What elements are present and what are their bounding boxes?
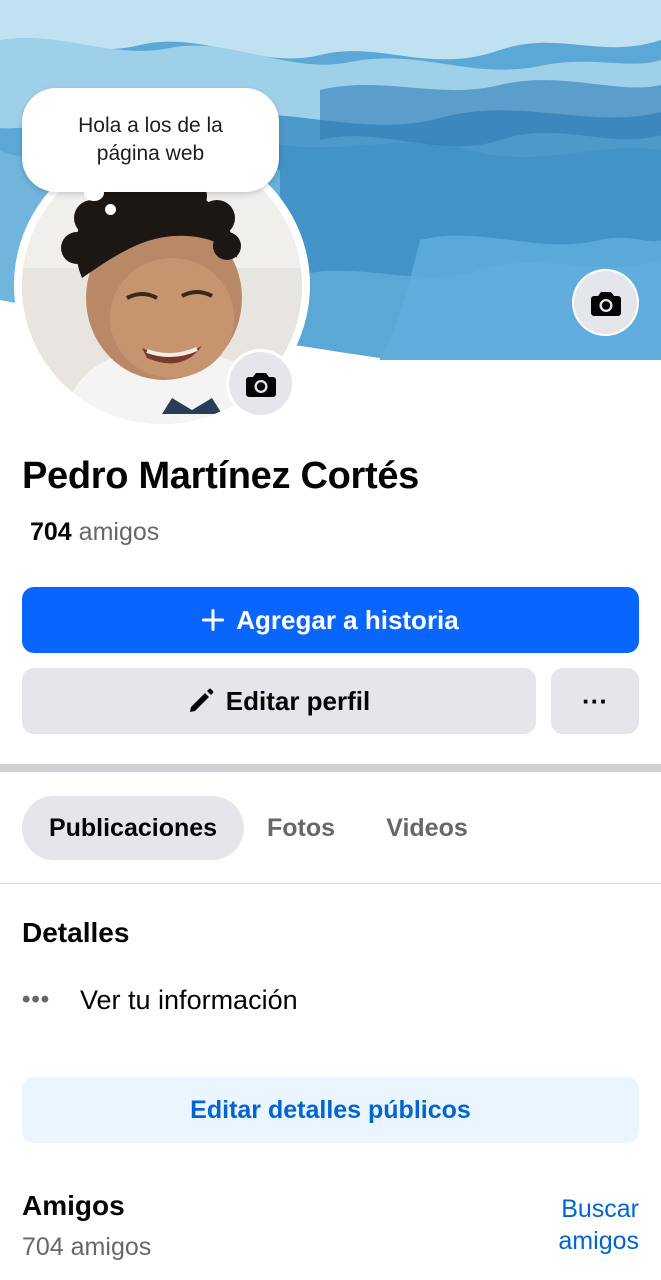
friends-subtitle: 704 amigos bbox=[22, 1233, 152, 1261]
find-friends-link[interactable]: Buscar amigos bbox=[529, 1193, 639, 1257]
profile-note-bubble[interactable]: Hola a los de la página web bbox=[22, 88, 279, 192]
profile-note-text: Hola a los de la página web bbox=[78, 114, 223, 165]
tab-publicaciones[interactable]: Publicaciones bbox=[22, 796, 244, 860]
friends-number: 704 bbox=[30, 518, 72, 546]
camera-icon bbox=[245, 372, 276, 397]
bubble-tail-small bbox=[105, 204, 116, 215]
edit-public-details-button[interactable]: Editar detalles públicos bbox=[22, 1077, 639, 1143]
edit-profile-button[interactable]: Editar perfil bbox=[22, 668, 536, 734]
section-divider bbox=[0, 764, 661, 772]
tab-fotos[interactable]: Fotos bbox=[252, 796, 350, 860]
cover-camera-button[interactable] bbox=[574, 271, 637, 334]
profile-name: Pedro Martínez Cortés bbox=[22, 455, 420, 497]
details-heading: Detalles bbox=[22, 917, 130, 948]
plus-icon bbox=[202, 609, 225, 631]
pencil-icon bbox=[189, 688, 214, 712]
add-to-story-label: Agregar a historia bbox=[236, 604, 459, 635]
edit-profile-label: Editar perfil bbox=[225, 685, 371, 716]
more-dots-icon: ••• bbox=[22, 986, 51, 1013]
bubble-tail-large bbox=[84, 185, 104, 201]
see-info-row[interactable]: ••• Ver tu información bbox=[22, 983, 298, 1017]
tabs-divider bbox=[0, 883, 661, 884]
friends-count[interactable]: 704 amigos bbox=[30, 518, 159, 547]
more-options-button[interactable]: ··· bbox=[551, 668, 639, 734]
avatar-camera-button[interactable] bbox=[229, 352, 292, 415]
add-to-story-button[interactable]: Agregar a historia bbox=[22, 587, 639, 653]
see-info-label: Ver tu información bbox=[80, 984, 298, 1015]
camera-icon bbox=[590, 291, 621, 316]
more-dots-icon: ··· bbox=[582, 685, 608, 716]
friends-heading: Amigos bbox=[22, 1190, 125, 1221]
friends-word: amigos bbox=[78, 518, 160, 546]
tab-videos[interactable]: Videos bbox=[368, 796, 486, 860]
